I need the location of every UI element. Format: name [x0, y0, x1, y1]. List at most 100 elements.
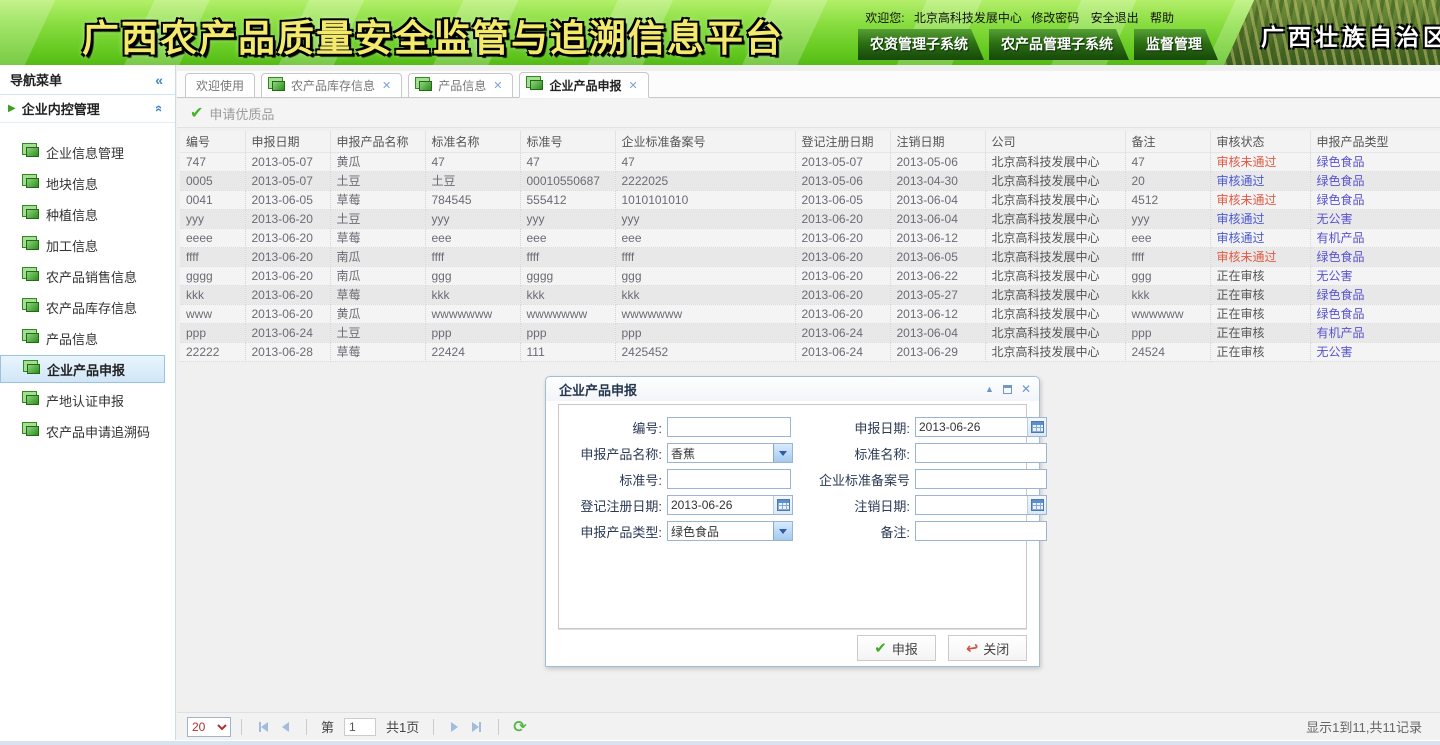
- page-number-input[interactable]: [344, 718, 376, 736]
- subsystem-agri-supplies-button[interactable]: 农资管理子系统: [858, 29, 984, 60]
- table-cell: 2013-06-05: [795, 190, 890, 209]
- dialog-maximize-icon[interactable]: [1003, 385, 1012, 394]
- cancel-date-input[interactable]: [915, 495, 1047, 515]
- table-cell: yyy: [180, 209, 245, 228]
- declare-date-input[interactable]: 2013-06-26: [915, 417, 1047, 437]
- change-password-link[interactable]: 修改密码: [1031, 11, 1079, 25]
- remark-input[interactable]: [915, 521, 1047, 541]
- refresh-icon[interactable]: ⟳: [513, 717, 526, 737]
- column-header[interactable]: 企业标准备案号: [615, 131, 795, 152]
- column-header[interactable]: 编号: [180, 131, 245, 152]
- record-no-input[interactable]: [915, 469, 1047, 489]
- std-name-input[interactable]: [915, 443, 1047, 463]
- sidebar-item[interactable]: 企业产品申报: [0, 355, 165, 383]
- table-cell: 北京高科技发展中心: [985, 342, 1125, 361]
- table-cell: 无公害: [1310, 266, 1440, 285]
- table-cell: 784545: [425, 190, 520, 209]
- cancel-date-calendar-button[interactable]: [1027, 496, 1046, 514]
- product-type-select[interactable]: 绿色食品: [667, 521, 793, 541]
- table-cell: 2013-05-06: [795, 171, 890, 190]
- sidebar-item[interactable]: 种植信息: [0, 200, 169, 228]
- sidebar-item[interactable]: 农产品库存信息: [0, 293, 169, 321]
- column-header[interactable]: 登记注册日期: [795, 131, 890, 152]
- product-name-select[interactable]: 香蕉: [667, 443, 793, 463]
- column-header[interactable]: 申报日期: [245, 131, 330, 152]
- dialog-titlebar[interactable]: 企业产品申报 ▲ ✕: [546, 377, 1039, 401]
- declare-date-calendar-button[interactable]: [1027, 418, 1046, 436]
- help-link[interactable]: 帮助: [1150, 11, 1174, 25]
- table-row[interactable]: 00052013-05-07土豆土豆0001055068722220252013…: [180, 171, 1440, 190]
- tab-close-icon[interactable]: ✕: [493, 79, 502, 92]
- tab[interactable]: 产品信息✕: [408, 73, 513, 98]
- sidebar-section-internal-control[interactable]: ▶ 企业内控管理 «: [0, 95, 175, 123]
- apply-premium-button[interactable]: 申请优质品: [209, 104, 274, 123]
- table-cell: 2013-06-20: [245, 266, 330, 285]
- sidebar-item[interactable]: 农产品申请追溯码: [0, 417, 169, 445]
- table-row[interactable]: kkk2013-06-20草莓kkkkkkkkk2013-06-202013-0…: [180, 285, 1440, 304]
- column-header[interactable]: 申报产品类型: [1310, 131, 1440, 152]
- reg-date-calendar-button[interactable]: [773, 496, 792, 514]
- tab[interactable]: 企业产品申报✕: [519, 72, 648, 98]
- prev-page-button[interactable]: [282, 722, 289, 732]
- table-cell: kkk: [180, 285, 245, 304]
- std-no-input[interactable]: [667, 469, 791, 489]
- column-header[interactable]: 标准号: [520, 131, 615, 152]
- table-row[interactable]: yyy2013-06-20土豆yyyyyyyyy2013-06-202013-0…: [180, 209, 1440, 228]
- wheat-banner-image: 广西壮族自治区: [1224, 0, 1440, 65]
- submit-declaration-button[interactable]: ✔ 申报: [857, 635, 936, 661]
- tab[interactable]: 农产品库存信息✕: [261, 73, 402, 98]
- close-dialog-button[interactable]: ↩ 关闭: [948, 635, 1027, 661]
- pagination-bar: 20 第 共1页 ⟳ 显示1到11,共11记录: [177, 712, 1440, 740]
- table-row[interactable]: gggg2013-06-20南瓜gggggggggg2013-06-202013…: [180, 266, 1440, 285]
- sidebar-item[interactable]: 农产品销售信息: [0, 262, 169, 290]
- table-row[interactable]: 7472013-05-07黄瓜4747472013-05-072013-05-0…: [180, 152, 1440, 171]
- page-size-select[interactable]: 20: [187, 717, 231, 737]
- subsystem-agri-products-button[interactable]: 农产品管理子系统: [989, 29, 1129, 60]
- table-cell: yyy: [1125, 209, 1210, 228]
- sidebar-item[interactable]: 加工信息: [0, 231, 169, 259]
- table-cell: 北京高科技发展中心: [985, 285, 1125, 304]
- dialog-close-icon[interactable]: ✕: [1021, 383, 1031, 395]
- first-page-button[interactable]: [259, 722, 268, 732]
- folder-icon: [26, 147, 39, 157]
- table-cell: 2013-06-24: [795, 323, 890, 342]
- remark-label: 备注:: [799, 522, 915, 541]
- table-cell: 2013-06-04: [890, 209, 985, 228]
- reg-date-input[interactable]: 2013-06-26: [667, 495, 793, 515]
- product-dropdown-button[interactable]: [773, 444, 792, 462]
- tab-close-icon[interactable]: ✕: [629, 79, 638, 92]
- next-page-button[interactable]: [451, 722, 458, 732]
- column-header[interactable]: 注销日期: [890, 131, 985, 152]
- sidebar-item[interactable]: 产地认证申报: [0, 386, 169, 414]
- column-header[interactable]: 标准名称: [425, 131, 520, 152]
- table-row[interactable]: ppp2013-06-24土豆ppppppppp2013-06-242013-0…: [180, 323, 1440, 342]
- sidebar-item-label: 种植信息: [46, 205, 98, 224]
- sidebar-collapse-icon[interactable]: «: [155, 72, 163, 88]
- table-row[interactable]: www2013-06-20黄瓜wwwwwwwwwwwwwwwwwwwww2013…: [180, 304, 1440, 323]
- sidebar-item[interactable]: 地块信息: [0, 169, 169, 197]
- type-dropdown-button[interactable]: [773, 522, 792, 540]
- table-row[interactable]: eeee2013-06-20草莓eeeeeeeee2013-06-202013-…: [180, 228, 1440, 247]
- subsystem-nav: 农资管理子系统 农产品管理子系统 监督管理: [858, 29, 1218, 60]
- subsystem-supervision-button[interactable]: 监督管理: [1134, 29, 1218, 60]
- logout-link[interactable]: 安全退出: [1091, 11, 1139, 25]
- table-cell: 2013-06-04: [890, 323, 985, 342]
- section-collapse-icon[interactable]: «: [152, 105, 167, 112]
- table-row[interactable]: 222222013-06-28草莓2242411124254522013-06-…: [180, 342, 1440, 361]
- table-cell: 2013-06-24: [795, 342, 890, 361]
- column-header[interactable]: 公司: [985, 131, 1125, 152]
- table-row[interactable]: ffff2013-06-20南瓜ffffffffffff2013-06-2020…: [180, 247, 1440, 266]
- last-page-button[interactable]: [472, 722, 481, 732]
- table-cell: 20: [1125, 171, 1210, 190]
- product-declaration-dialog: 企业产品申报 ▲ ✕ 编号: 申报日期: 2013-06-26 申报产品名称: …: [545, 376, 1040, 667]
- tab-close-icon[interactable]: ✕: [382, 79, 391, 92]
- table-row[interactable]: 00412013-06-05草莓784545555412101010101020…: [180, 190, 1440, 209]
- column-header[interactable]: 备注: [1125, 131, 1210, 152]
- sidebar-item[interactable]: 企业信息管理: [0, 138, 169, 166]
- no-input[interactable]: [667, 417, 791, 437]
- column-header[interactable]: 审核状态: [1210, 131, 1310, 152]
- dialog-collapse-icon[interactable]: ▲: [985, 385, 994, 394]
- sidebar-item[interactable]: 产品信息: [0, 324, 169, 352]
- tab[interactable]: 欢迎使用: [185, 73, 255, 98]
- column-header[interactable]: 申报产品名称: [330, 131, 425, 152]
